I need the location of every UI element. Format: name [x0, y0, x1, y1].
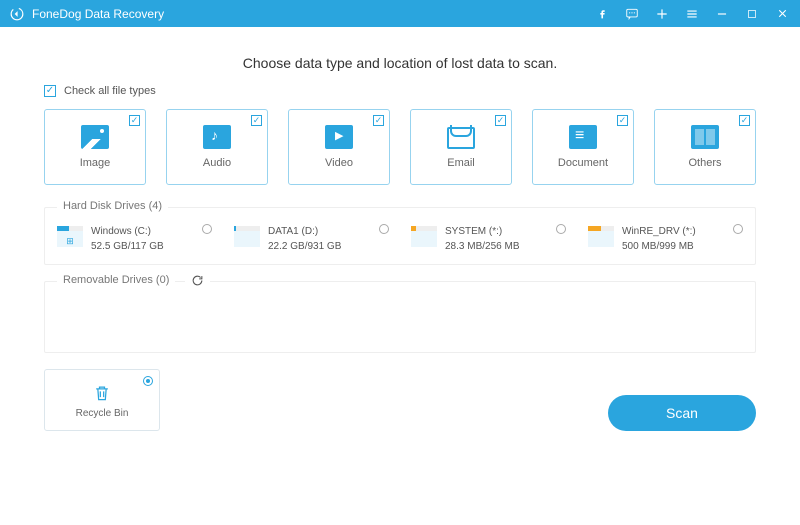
drive-icon	[588, 226, 614, 247]
type-audio[interactable]: ✓ Audio	[166, 109, 268, 185]
close-icon[interactable]	[774, 6, 790, 22]
video-icon	[325, 125, 353, 149]
drive-icon	[411, 226, 437, 247]
scan-button[interactable]: Scan	[608, 395, 756, 431]
drive-icon: ⊞	[57, 226, 83, 247]
drive-name: Windows (C:)	[91, 224, 164, 239]
check-all-checkbox[interactable]: ✓	[44, 85, 56, 97]
removable-group: Removable Drives (0)	[44, 281, 756, 353]
maximize-icon[interactable]	[744, 6, 760, 22]
drive-radio[interactable]	[379, 224, 389, 234]
type-label: Image	[80, 157, 111, 169]
type-label: Document	[558, 157, 608, 169]
email-icon	[447, 125, 475, 149]
audio-icon	[203, 125, 231, 149]
app-title: FoneDog Data Recovery	[32, 7, 580, 21]
drive-item[interactable]: SYSTEM (*:) 28.3 MB/256 MB	[411, 224, 566, 254]
type-video-checkbox[interactable]: ✓	[373, 115, 384, 126]
drive-radio[interactable]	[556, 224, 566, 234]
type-label: Email	[447, 157, 475, 169]
drive-item[interactable]: ⊞ Windows (C:) 52.5 GB/117 GB	[57, 224, 212, 254]
hdd-group-title: Hard Disk Drives (4)	[57, 200, 168, 212]
type-label: Video	[325, 157, 353, 169]
drive-capacity: 22.2 GB/931 GB	[268, 239, 341, 254]
type-document-checkbox[interactable]: ✓	[617, 115, 628, 126]
type-audio-checkbox[interactable]: ✓	[251, 115, 262, 126]
title-bar: FoneDog Data Recovery	[0, 0, 800, 27]
file-types-row: ✓ Image ✓ Audio ✓ Video ✓ Email ✓ Docume…	[44, 109, 756, 185]
check-all-row[interactable]: ✓ Check all file types	[44, 85, 756, 97]
type-video[interactable]: ✓ Video	[288, 109, 390, 185]
check-all-label: Check all file types	[64, 85, 156, 97]
page-headline: Choose data type and location of lost da…	[44, 55, 756, 71]
add-icon[interactable]	[654, 6, 670, 22]
refresh-icon[interactable]	[185, 274, 210, 292]
recycle-bin[interactable]: Recycle Bin	[44, 369, 160, 431]
drive-capacity: 28.3 MB/256 MB	[445, 239, 519, 254]
type-image-checkbox[interactable]: ✓	[129, 115, 140, 126]
drive-item[interactable]: WinRE_DRV (*:) 500 MB/999 MB	[588, 224, 743, 254]
drive-icon	[234, 226, 260, 247]
drive-item[interactable]: DATA1 (D:) 22.2 GB/931 GB	[234, 224, 389, 254]
type-others[interactable]: ✓ Others	[654, 109, 756, 185]
menu-icon[interactable]	[684, 6, 700, 22]
recycle-radio[interactable]	[143, 376, 153, 386]
drive-radio[interactable]	[202, 224, 212, 234]
document-icon	[569, 125, 597, 149]
removable-group-title: Removable Drives (0)	[57, 274, 175, 286]
type-email-checkbox[interactable]: ✓	[495, 115, 506, 126]
drive-capacity: 500 MB/999 MB	[622, 239, 696, 254]
feedback-icon[interactable]	[624, 6, 640, 22]
trash-icon	[92, 382, 112, 404]
others-icon	[691, 125, 719, 149]
type-others-checkbox[interactable]: ✓	[739, 115, 750, 126]
facebook-icon[interactable]	[594, 6, 610, 22]
drive-capacity: 52.5 GB/117 GB	[91, 239, 164, 254]
type-email[interactable]: ✓ Email	[410, 109, 512, 185]
type-image[interactable]: ✓ Image	[44, 109, 146, 185]
image-icon	[81, 125, 109, 149]
hdd-group: Hard Disk Drives (4) ⊞ Windows (C:) 52.5…	[44, 207, 756, 265]
type-document[interactable]: ✓ Document	[532, 109, 634, 185]
type-label: Audio	[203, 157, 231, 169]
drive-name: SYSTEM (*:)	[445, 224, 519, 239]
drive-radio[interactable]	[733, 224, 743, 234]
recycle-label: Recycle Bin	[76, 408, 129, 419]
app-logo-icon	[10, 7, 24, 21]
drive-name: DATA1 (D:)	[268, 224, 341, 239]
type-label: Others	[688, 157, 721, 169]
minimize-icon[interactable]	[714, 6, 730, 22]
drive-name: WinRE_DRV (*:)	[622, 224, 696, 239]
